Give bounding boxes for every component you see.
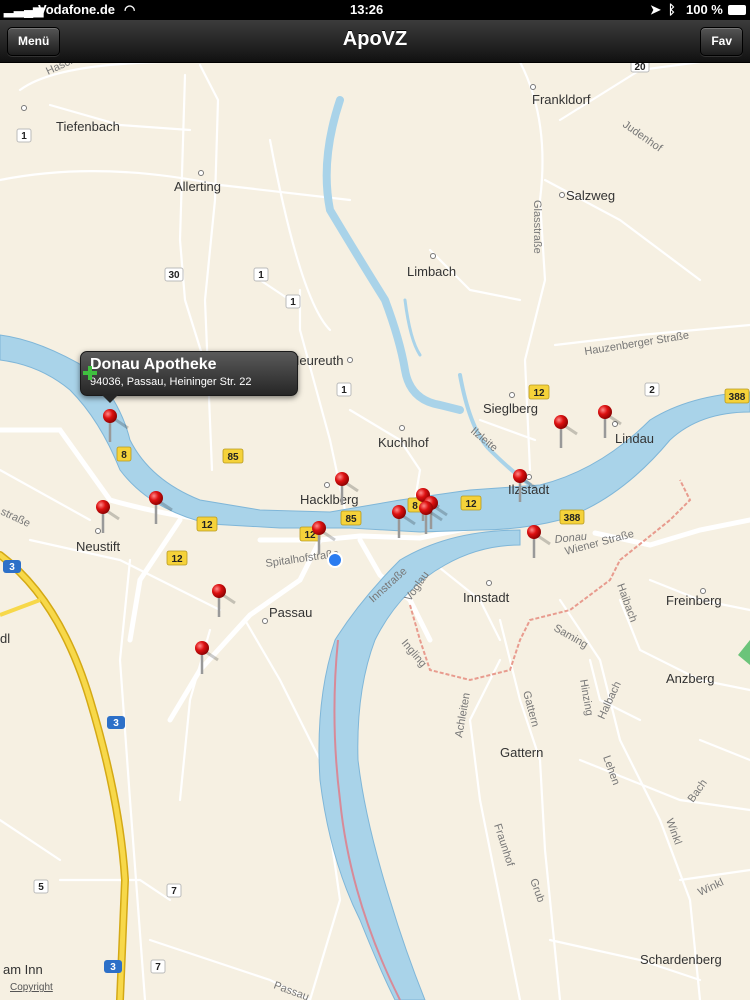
- place-gattern: Gattern: [500, 745, 543, 760]
- street-label: Glasstraße: [531, 200, 543, 254]
- shield-1: 1: [290, 297, 296, 308]
- shield-388: 388: [564, 513, 581, 524]
- carrier-label: Vodafone.de: [38, 2, 116, 17]
- shield-388: 388: [729, 392, 746, 403]
- shield-2: 2: [649, 385, 655, 396]
- shield-7: 7: [155, 962, 161, 973]
- page-title: ApoVZ: [342, 28, 408, 50]
- shield-5: 5: [38, 882, 44, 893]
- shield-12: 12: [201, 520, 213, 531]
- place-am-inn: am Inn: [3, 962, 43, 977]
- place-kuchlhof: Kuchlhof: [378, 435, 429, 450]
- shield-12: 12: [533, 388, 545, 399]
- place-tiefenbach: Tiefenbach: [56, 119, 120, 134]
- shield-8: 8: [412, 501, 418, 512]
- place-neustift: Neustift: [76, 539, 120, 554]
- battery-label: 100 %: [686, 2, 723, 17]
- bluetooth-icon: ᛒ: [668, 2, 676, 17]
- place-anzberg: Anzberg: [666, 671, 714, 686]
- place-hacklberg: Hacklberg: [300, 492, 359, 507]
- pharmacy-cross-icon[interactable]: [81, 364, 99, 382]
- place-edge: dl: [0, 631, 10, 646]
- place-freinberg: Freinberg: [666, 593, 722, 608]
- shield-a3: 3: [113, 718, 119, 729]
- shield-12: 12: [465, 499, 477, 510]
- callout-arrow: [101, 394, 119, 403]
- location-arrow-icon: ➤: [650, 2, 661, 17]
- pharmacy-callout[interactable]: Donau Apotheke 94036, Passau, Heininger …: [80, 351, 298, 403]
- shield-12: 12: [171, 554, 183, 565]
- shield-a3: 3: [110, 962, 116, 973]
- shield-1: 1: [341, 385, 347, 396]
- shield-7: 7: [171, 886, 177, 897]
- shield-1: 1: [258, 270, 264, 281]
- place-limbach: Limbach: [407, 264, 456, 279]
- status-bar: ▂▃▄▅ Vodafone.de ◠ 13:26 ➤ ᛒ 100 %: [0, 0, 750, 20]
- shield-20: 20: [634, 63, 646, 73]
- place-passau: Passau: [269, 605, 312, 620]
- place-neureuth: Neureuth: [290, 353, 343, 368]
- navigation-bar: Menü ApoVZ Fav: [0, 20, 750, 63]
- copyright-link[interactable]: Copyright: [10, 982, 53, 993]
- current-location-icon: [327, 552, 343, 568]
- callout-subtitle: 94036, Passau, Heininger Str. 22: [90, 376, 252, 388]
- shield-a3: 3: [9, 562, 15, 573]
- wifi-icon: ◠: [124, 2, 136, 17]
- place-lindau: Lindau: [615, 431, 654, 446]
- place-sieglberg: Sieglberg: [483, 401, 538, 416]
- favorites-button[interactable]: Fav: [700, 27, 743, 56]
- place-salzweg: Salzweg: [566, 188, 615, 203]
- place-allerting: Allerting: [174, 179, 221, 194]
- shield-8: 8: [121, 450, 127, 461]
- place-innstadt: Innstadt: [463, 590, 510, 605]
- battery-icon: [728, 5, 746, 15]
- shield-85: 85: [227, 452, 239, 463]
- place-frankldorf: Frankldorf: [532, 92, 591, 107]
- place-schardenberg: Schardenberg: [640, 952, 722, 967]
- callout-title: Donau Apotheke: [90, 356, 217, 373]
- shield-85: 85: [345, 514, 357, 525]
- shield-30: 30: [168, 270, 180, 281]
- shield-1: 1: [21, 131, 27, 142]
- map-view[interactable]: 3 3 3 85 8 12 12 85 12 8 12 388 12 388 2…: [0, 63, 750, 1000]
- time-label: 13:26: [350, 2, 384, 17]
- map-canvas: 3 3 3 85 8 12 12 85 12 8 12 388 12 388 2…: [0, 63, 750, 1000]
